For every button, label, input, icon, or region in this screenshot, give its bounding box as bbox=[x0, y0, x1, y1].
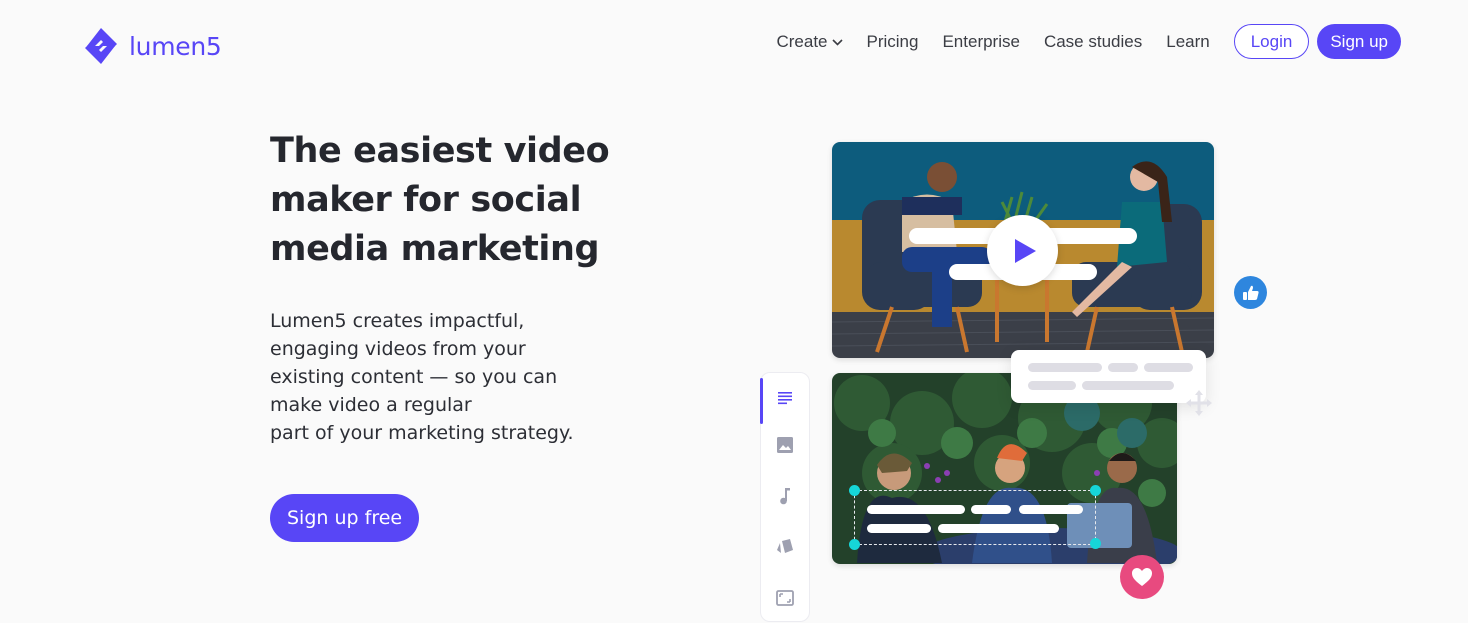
heart-icon bbox=[1132, 568, 1152, 586]
text-placeholder-pill bbox=[1144, 363, 1193, 372]
lumen5-logo[interactable]: lumen5 bbox=[81, 26, 222, 66]
hero-title: The easiest video maker for social media… bbox=[270, 127, 650, 274]
caption-text-card bbox=[1011, 350, 1206, 403]
text-selection-box[interactable] bbox=[854, 490, 1096, 545]
play-button[interactable] bbox=[987, 215, 1058, 286]
text-placeholder-pill bbox=[1082, 381, 1174, 390]
resize-handle[interactable] bbox=[849, 539, 860, 550]
hero-description: Lumen5 creates impactful, engaging video… bbox=[270, 307, 630, 447]
hero-description-line: engaging videos from your bbox=[270, 338, 526, 360]
nav-pricing[interactable]: Pricing bbox=[867, 32, 919, 52]
nav-case-studies[interactable]: Case studies bbox=[1044, 32, 1142, 52]
hero-description-line: part of your marketing strategy. bbox=[270, 422, 574, 444]
nav-create-label: Create bbox=[776, 31, 828, 51]
main-nav: Create Pricing Enterprise Case studies L… bbox=[776, 24, 1401, 59]
format-tool[interactable] bbox=[774, 587, 796, 609]
hero-title-line: media marketing bbox=[270, 229, 600, 269]
move-icon[interactable] bbox=[1186, 390, 1212, 416]
editor-tool-panel bbox=[760, 372, 810, 622]
nav-create[interactable]: Create bbox=[776, 31, 843, 52]
music-tool[interactable] bbox=[774, 485, 796, 507]
hero-description-line: make video a regular bbox=[270, 394, 472, 416]
chevron-down-icon bbox=[831, 37, 843, 49]
resize-handle[interactable] bbox=[849, 485, 860, 496]
hero-description-line: existing content — so you can bbox=[270, 366, 558, 388]
text-lines-icon bbox=[778, 392, 792, 405]
hero-title-line: maker for social bbox=[270, 180, 582, 220]
resize-handle[interactable] bbox=[1090, 485, 1101, 496]
active-tool-indicator bbox=[760, 378, 763, 424]
media-tool[interactable] bbox=[774, 434, 796, 456]
signup-free-button[interactable]: Sign up free bbox=[270, 494, 420, 542]
thumbs-up-icon bbox=[1242, 285, 1259, 300]
signup-button[interactable]: Sign up bbox=[1317, 24, 1401, 59]
music-note-icon bbox=[780, 488, 790, 505]
style-tool[interactable] bbox=[774, 536, 796, 558]
image-icon bbox=[777, 437, 793, 453]
heart-badge bbox=[1120, 555, 1164, 599]
text-tool[interactable] bbox=[774, 387, 796, 409]
nav-enterprise[interactable]: Enterprise bbox=[942, 32, 1019, 52]
nav-learn[interactable]: Learn bbox=[1166, 32, 1209, 52]
cards-icon bbox=[777, 539, 793, 553]
aspect-ratio-icon bbox=[776, 590, 794, 606]
login-button[interactable]: Login bbox=[1233, 24, 1310, 59]
text-placeholder-pill bbox=[1108, 363, 1138, 372]
hero-title-line: The easiest video bbox=[270, 131, 610, 171]
like-badge bbox=[1234, 276, 1267, 309]
lumen5-diamond-logo-icon bbox=[85, 28, 117, 64]
play-icon bbox=[1015, 238, 1036, 263]
text-placeholder-pill bbox=[1028, 363, 1102, 372]
text-placeholder-pill bbox=[1028, 381, 1076, 390]
resize-handle[interactable] bbox=[1090, 538, 1101, 549]
brand-name: lumen5 bbox=[129, 31, 222, 61]
hero-description-line: Lumen5 creates impactful, bbox=[270, 310, 525, 332]
